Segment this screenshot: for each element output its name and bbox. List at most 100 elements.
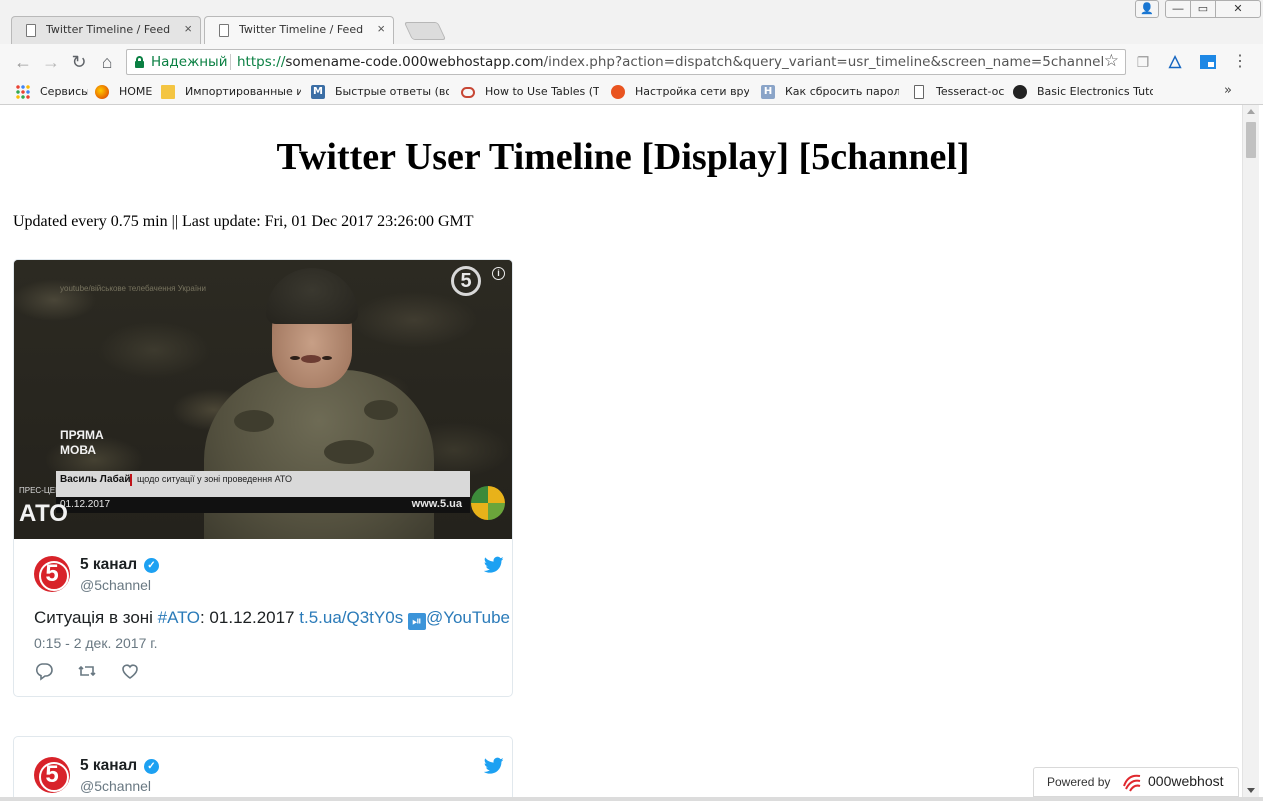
ubuntu-icon <box>611 85 625 99</box>
bookmark-label: Tesseract-ocr <box>936 85 1004 98</box>
scroll-down-arrow-icon[interactable] <box>1247 788 1255 793</box>
bookmark-home[interactable]: HOME <box>95 83 155 101</box>
twitter-bird-icon[interactable] <box>484 556 504 574</box>
avatar[interactable]: 5 <box>34 556 70 592</box>
folder-icon <box>161 85 175 99</box>
caption-name: Василь Лабай <box>60 474 131 485</box>
page-icon <box>914 85 924 99</box>
reload-button[interactable]: ↻ <box>67 50 91 74</box>
tweet-card[interactable]: youtube/військове телебачення України 5 … <box>13 259 513 697</box>
profile-button[interactable]: 👤 <box>1135 0 1159 18</box>
bookmark-quick-answers[interactable]: M Быстрые ответы (вопр <box>311 83 449 101</box>
page-icon <box>219 24 229 37</box>
caption-ato: АТО <box>19 500 68 527</box>
browser-menu-icon[interactable]: ⋮ <box>1230 52 1250 72</box>
retweet-icon[interactable] <box>77 661 97 681</box>
twitter-bird-icon[interactable] <box>484 757 504 775</box>
tab-title: Twitter Timeline / Feed <box>239 23 364 36</box>
user-handle[interactable]: @5channel <box>80 778 151 794</box>
powered-by-brand: 000webhost <box>1148 773 1224 789</box>
bookmark-star-icon[interactable]: ☆ <box>1104 51 1119 71</box>
url-host: somename-code.000webhostapp.com <box>285 54 544 70</box>
bookmark-imported[interactable]: Импортированные из <box>161 83 301 101</box>
avatar[interactable]: 5 <box>34 757 70 793</box>
bookmark-label: Basic Electronics Tutori <box>1037 85 1153 98</box>
url-path: /index.php?action=dispatch&query_variant… <box>543 54 1105 70</box>
browser-chrome: Twitter Timeline / Feed × Twitter Timeli… <box>0 0 1263 105</box>
info-icon[interactable]: i <box>492 267 505 280</box>
caption-description: щодо ситуації у зоні проведення АТО <box>137 474 293 484</box>
soldier-body <box>204 370 434 539</box>
firefox-icon <box>95 85 109 99</box>
secure-label[interactable]: Надежный <box>151 54 228 70</box>
caption-divider <box>130 474 132 486</box>
powered-by-label: Powered by <box>1047 775 1111 789</box>
verified-badge-icon: ✓ <box>144 558 159 573</box>
mention-link[interactable]: @YouTube <box>426 608 510 627</box>
bookmark-tesseract[interactable]: Tesseract-ocr <box>912 83 1004 101</box>
home-button[interactable]: ⌂ <box>95 50 119 74</box>
reply-icon[interactable] <box>34 661 54 681</box>
user-handle[interactable]: @5channel <box>80 577 151 593</box>
extension-triangle-icon[interactable]: △ <box>1165 52 1185 72</box>
bookmark-services[interactable]: Сервисы <box>16 83 88 101</box>
caption-bar: Василь Лабай щодо ситуації у зоні провед… <box>56 471 470 497</box>
bookmark-label: Сервисы <box>40 85 88 98</box>
tab-twitter-feed-1[interactable]: Twitter Timeline / Feed × <box>11 16 201 44</box>
m-icon: M <box>311 85 325 99</box>
address-bar[interactable]: Надежный https://somename-code.000webhos… <box>126 49 1126 75</box>
bookmark-label: Быстрые ответы (вопр <box>335 85 449 98</box>
display-name[interactable]: 5 канал <box>80 556 137 574</box>
maximize-button[interactable]: ▭ <box>1190 0 1216 18</box>
extension-copy-icon[interactable]: ❐ <box>1133 52 1153 72</box>
000webhost-logo-icon <box>1123 774 1141 792</box>
tweet-text: Ситуація в зоні #АТО: 01.12.2017 t.5.ua/… <box>34 608 510 630</box>
url-text[interactable]: https://somename-code.000webhostapp.com/… <box>237 54 1104 70</box>
page-icon <box>26 24 36 37</box>
vertical-scrollbar[interactable] <box>1242 105 1259 797</box>
bookmark-reset-password[interactable]: H Как сбросить пароль в <box>761 83 899 101</box>
bookmark-label: Импортированные из <box>185 85 301 98</box>
url-scheme: https:// <box>237 54 286 70</box>
bookmark-label: HOME <box>119 85 153 98</box>
bookmark-network-settings[interactable]: Настройка сети вручн <box>611 83 749 101</box>
tweet-header: 5 5 канал ✓ @5channel <box>34 554 504 594</box>
close-tab-icon[interactable]: × <box>184 22 192 36</box>
bookmark-basic-electronics[interactable]: Basic Electronics Tutori <box>1013 83 1153 101</box>
lock-icon[interactable] <box>135 56 144 68</box>
short-link[interactable]: t.5.ua/Q3tY0s <box>299 608 403 627</box>
bookmarks-bar: Сервисы HOME Импортированные из M Быстры… <box>0 80 1263 104</box>
tweet-text-start: Ситуація в зоні <box>34 608 158 627</box>
scroll-up-arrow-icon[interactable] <box>1247 109 1255 114</box>
scroll-thumb[interactable] <box>1246 122 1256 158</box>
bookmark-label: Как сбросить пароль в <box>785 85 899 98</box>
video-thumbnail[interactable]: youtube/військове телебачення України 5 … <box>14 260 512 539</box>
caption-date-bar: 01.12.2017 www.5.ua <box>56 497 470 513</box>
caption-site: www.5.ua <box>411 498 462 510</box>
minimize-button[interactable]: — <box>1165 0 1191 18</box>
close-window-button[interactable]: ✕ <box>1215 0 1261 18</box>
new-tab-button[interactable] <box>403 22 447 40</box>
extension-window-icon[interactable] <box>1198 52 1218 72</box>
tweet-card[interactable]: 5 5 канал ✓ @5channel <box>13 736 513 797</box>
bookmarks-overflow-button[interactable]: » <box>1224 83 1232 98</box>
forward-button[interactable]: → <box>39 50 63 74</box>
hashtag-link[interactable]: #АТО <box>158 608 200 627</box>
update-status: Updated every 0.75 min || Last update: F… <box>13 213 474 230</box>
back-button[interactable]: ← <box>11 50 35 74</box>
round-emblem-icon <box>471 486 505 520</box>
play-pause-icon: ⏯ <box>407 613 426 630</box>
tweet-timestamp[interactable]: 0:15 - 2 дек. 2017 г. <box>34 635 158 651</box>
powered-by-badge[interactable]: Powered by 000webhost <box>1033 767 1239 797</box>
toolbar: ← → ↻ ⌂ Надежный https://somename-code.0… <box>0 44 1263 80</box>
tweet-text-mid: : 01.12.2017 <box>199 608 300 627</box>
window-bottom-border <box>0 797 1263 801</box>
bookmark-label: How to Use Tables (Th <box>485 85 599 98</box>
like-icon[interactable] <box>120 661 140 681</box>
tab-title: Twitter Timeline / Feed <box>46 23 171 36</box>
page-title: Twitter User Timeline [Display] [5channe… <box>276 136 970 178</box>
tab-twitter-feed-2[interactable]: Twitter Timeline / Feed × <box>204 16 394 44</box>
close-tab-icon[interactable]: × <box>377 22 385 36</box>
bookmark-how-to-use-tables[interactable]: How to Use Tables (Th <box>461 83 599 101</box>
display-name[interactable]: 5 канал <box>80 757 137 775</box>
